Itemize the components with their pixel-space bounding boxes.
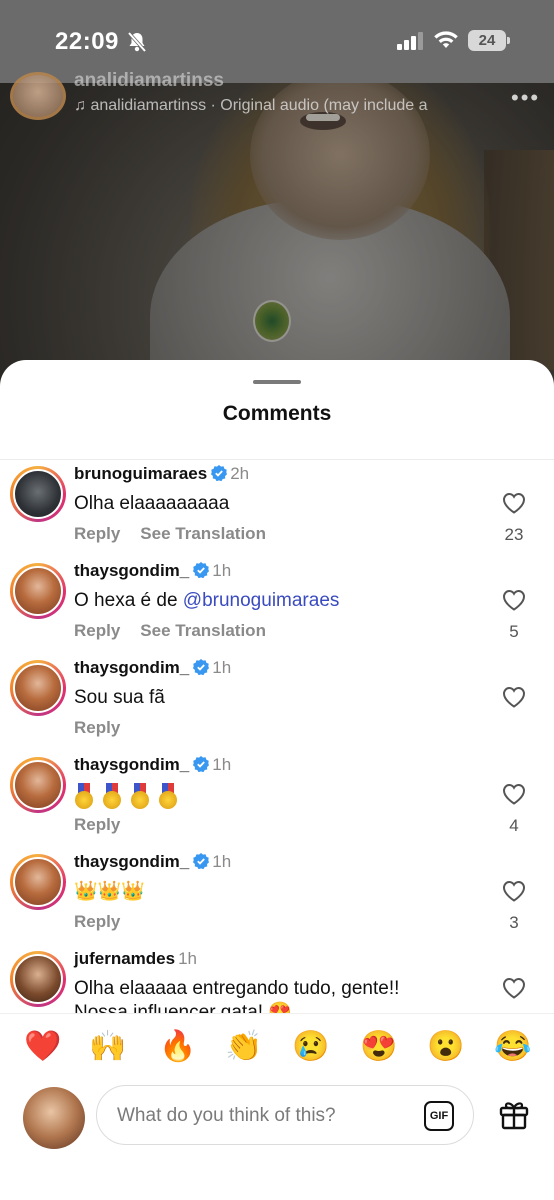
- reaction-raising-hands[interactable]: 🙌: [89, 1030, 126, 1064]
- reply-button[interactable]: Reply: [74, 621, 120, 640]
- reaction-crying[interactable]: 😢: [292, 1030, 329, 1064]
- comment-time: 1h: [212, 561, 232, 580]
- comment-item: jufernamdes 1h Olha elaaaaa entregando tu…: [0, 947, 554, 1016]
- quick-reactions-bar: ❤️ 🙌 🔥 👏 😢 😍 😮 😂: [0, 1013, 554, 1082]
- comment-text: Olha elaaaaaaaaa: [74, 493, 230, 514]
- comment-actions: Reply See Translation: [74, 524, 286, 544]
- comment-header: thaysgondim_ 1h: [74, 852, 231, 874]
- commenter-username[interactable]: thaysgondim_: [74, 561, 189, 580]
- reply-button[interactable]: Reply: [74, 815, 120, 834]
- reaction-heart[interactable]: ❤️: [24, 1030, 61, 1064]
- commenter-username[interactable]: jufernamdes: [74, 949, 175, 968]
- comment-text: O hexa é de @brunoguimaraes: [74, 589, 339, 613]
- like-count: 23: [504, 525, 524, 544]
- comment-text: 👑👑👑: [74, 881, 145, 902]
- reply-button[interactable]: Reply: [74, 718, 120, 737]
- reply-button[interactable]: Reply: [74, 912, 120, 931]
- see-translation-button[interactable]: See Translation: [140, 621, 266, 640]
- verified-badge-icon: [211, 465, 228, 486]
- commenter-username[interactable]: thaysgondim_: [74, 852, 189, 871]
- verified-badge-icon: [193, 659, 210, 680]
- like-count: 5: [509, 622, 519, 641]
- reaction-surprised[interactable]: 😮: [427, 1030, 464, 1064]
- gift-icon[interactable]: [497, 1097, 531, 1136]
- comment-composer: GIF: [0, 1081, 554, 1200]
- verified-badge-icon: [193, 853, 210, 874]
- commenter-username[interactable]: brunoguimaraes: [74, 464, 207, 483]
- comment-item: thaysgondim_ 1h O hexa é de @brunoguimara…: [0, 559, 554, 656]
- comment-actions: Reply See Translation: [74, 621, 286, 641]
- like-count: 3: [509, 913, 519, 932]
- verified-badge-icon: [193, 562, 210, 583]
- reaction-clapping[interactable]: 👏: [225, 1030, 262, 1064]
- comment-item: thaysgondim_ 1h Sou sua fã Reply: [0, 656, 554, 753]
- comment-text-prefix: O hexa é de: [74, 590, 183, 611]
- comment-text: Olha elaaaaa entregando tudo, gente!! No…: [74, 978, 400, 1016]
- comments-list[interactable]: brunoguimaraes 2h Olha elaaaaaaaaa Reply S…: [0, 460, 554, 1016]
- comment-actions: Reply: [74, 718, 140, 738]
- reel-author-username[interactable]: analidiamartinss: [74, 70, 224, 92]
- cellular-signal-icon: [397, 32, 425, 55]
- commenter-avatar[interactable]: [10, 660, 66, 716]
- bell-muted-icon: [127, 31, 147, 58]
- reaction-heart-eyes[interactable]: 😍: [360, 1030, 397, 1064]
- like-heart-icon[interactable]: [502, 686, 526, 713]
- reaction-laughing[interactable]: 😂: [494, 1030, 531, 1064]
- commenter-username[interactable]: thaysgondim_: [74, 755, 189, 774]
- comment-input[interactable]: [115, 1098, 409, 1134]
- comment-item: brunoguimaraes 2h Olha elaaaaaaaaa Reply S…: [0, 462, 554, 559]
- reel-header: analidiamartinss ♫ analidiamartinss · Or…: [0, 70, 554, 122]
- comment-actions: Reply: [74, 815, 140, 835]
- comment-item: thaysgondim_ 1h 👑👑👑 Reply 3: [0, 850, 554, 947]
- comment-input-box[interactable]: GIF: [96, 1085, 474, 1145]
- like-heart-icon[interactable]: [502, 589, 526, 616]
- comment-text-medals: [74, 783, 186, 809]
- comment-item: thaysgondim_ 1h Reply 4: [0, 753, 554, 850]
- wifi-icon: [433, 30, 459, 55]
- commenter-avatar[interactable]: [10, 466, 66, 522]
- gold-medal-icon: [102, 783, 122, 809]
- comment-time: 1h: [212, 658, 232, 677]
- commenter-username[interactable]: thaysgondim_: [74, 658, 189, 677]
- comment-header: thaysgondim_ 1h: [74, 755, 231, 777]
- comment-time: 1h: [212, 852, 232, 871]
- sheet-grabber-handle[interactable]: [253, 380, 301, 384]
- comment-header: thaysgondim_ 1h: [74, 561, 231, 583]
- mention-link[interactable]: @brunoguimaraes: [183, 590, 340, 611]
- music-note-icon: ♫: [74, 97, 91, 114]
- battery-indicator: 24: [468, 30, 510, 51]
- like-heart-icon[interactable]: [502, 880, 526, 907]
- reaction-fire[interactable]: 🔥: [159, 1030, 196, 1064]
- comment-time: 2h: [230, 464, 250, 483]
- commenter-avatar[interactable]: [10, 951, 66, 1007]
- gold-medal-icon: [130, 783, 150, 809]
- gold-medal-icon: [74, 783, 94, 809]
- reel-audio-text: analidiamartinss · Original audio (may i…: [90, 97, 428, 114]
- like-heart-icon[interactable]: [502, 783, 526, 810]
- comment-actions: Reply: [74, 912, 140, 932]
- reel-author-avatar[interactable]: [10, 72, 66, 120]
- commenter-avatar[interactable]: [10, 563, 66, 619]
- like-heart-icon[interactable]: [502, 492, 526, 519]
- commenter-avatar[interactable]: [10, 757, 66, 813]
- comment-header: brunoguimaraes 2h: [74, 464, 249, 486]
- reply-button[interactable]: Reply: [74, 524, 120, 543]
- comments-title: Comments: [222, 402, 332, 425]
- reel-audio-label[interactable]: ♫ analidiamartinss · Original audio (may…: [74, 97, 476, 115]
- status-time: 22:09: [55, 28, 119, 55]
- comment-text: Sou sua fã: [74, 687, 165, 708]
- comment-time: 1h: [178, 949, 198, 968]
- like-heart-icon[interactable]: [502, 977, 526, 1004]
- comment-time: 1h: [212, 755, 232, 774]
- gif-button[interactable]: GIF: [424, 1101, 454, 1131]
- reel-more-button[interactable]: •••: [511, 85, 540, 111]
- comment-header: jufernamdes 1h: [74, 949, 197, 969]
- gold-medal-icon: [158, 783, 178, 809]
- current-user-avatar: [23, 1087, 85, 1149]
- verified-badge-icon: [193, 756, 210, 777]
- commenter-avatar[interactable]: [10, 854, 66, 910]
- like-count: 4: [509, 816, 519, 835]
- comment-header: thaysgondim_ 1h: [74, 658, 231, 680]
- see-translation-button[interactable]: See Translation: [140, 524, 266, 543]
